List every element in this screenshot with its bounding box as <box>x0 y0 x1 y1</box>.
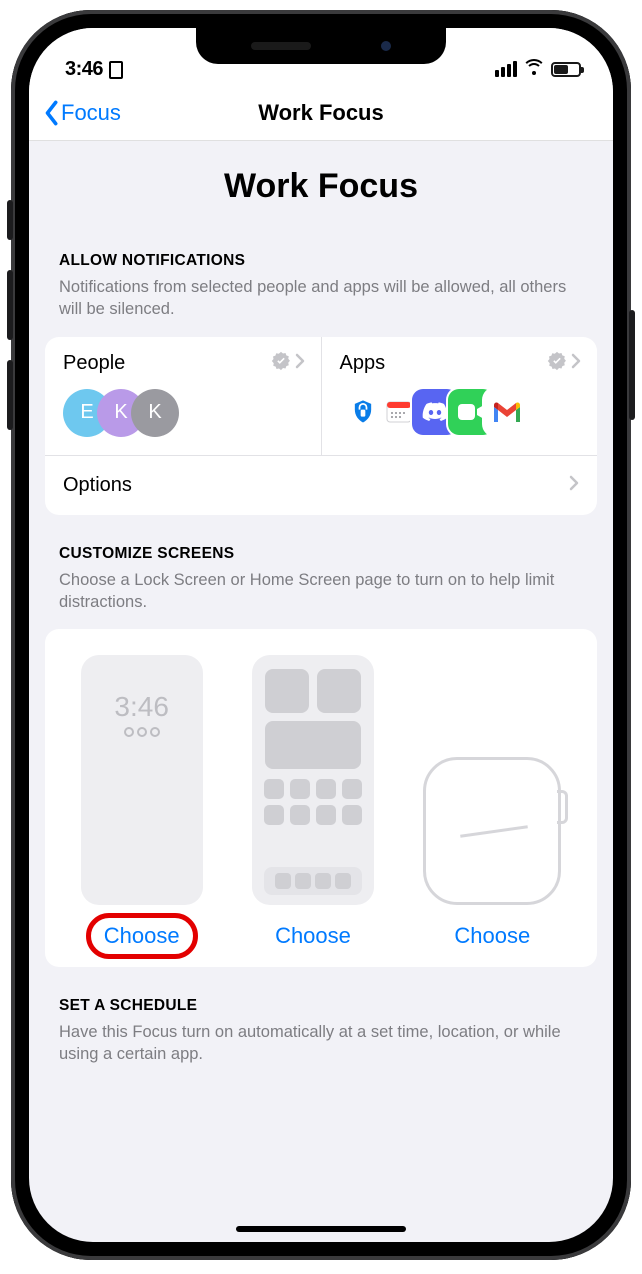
status-time: 3:46 <box>65 58 103 81</box>
power-button[interactable] <box>629 310 635 420</box>
notifications-card: People E K K <box>45 337 597 515</box>
choose-home-screen-button[interactable]: Choose <box>275 923 351 949</box>
lock-screen-time: 3:46 <box>114 691 169 723</box>
nav-header: Focus Work Focus <box>29 86 613 141</box>
app-icon-gmail <box>484 389 530 435</box>
lock-screen-option: 3:46 Choose <box>81 655 203 949</box>
people-avatars: E K K <box>63 389 305 437</box>
apps-icons <box>340 389 582 435</box>
widget-dots-icon <box>124 727 160 737</box>
people-label: People <box>63 352 125 375</box>
apps-label: Apps <box>340 352 386 375</box>
nav-title: Work Focus <box>258 100 384 126</box>
chevron-right-icon <box>295 352 305 375</box>
avatar: K <box>131 389 179 437</box>
back-label: Focus <box>61 100 121 126</box>
chevron-right-icon <box>569 474 579 497</box>
front-camera-icon <box>381 41 391 51</box>
sim-card-icon <box>109 61 123 79</box>
mute-switch[interactable] <box>7 200 13 240</box>
battery-icon <box>551 62 581 77</box>
speaker-grille <box>251 42 311 50</box>
cellular-signal-icon <box>495 61 517 77</box>
home-screen-mock-icon <box>252 655 374 905</box>
verified-badge-icon <box>271 351 291 377</box>
verified-badge-icon <box>547 351 567 377</box>
chevron-right-icon <box>571 352 581 375</box>
page-title: Work Focus <box>29 141 613 252</box>
chevron-left-icon <box>43 100 59 126</box>
watch-face-option: Choose <box>423 757 561 949</box>
notifications-header: ALLOW NOTIFICATIONS <box>29 252 613 276</box>
phone-frame: 3:46 Focus Work Focus Work Focus ALLOW N… <box>11 10 631 1260</box>
volume-up-button[interactable] <box>7 270 13 340</box>
customize-subtitle: Choose a Lock Screen or Home Screen page… <box>29 569 613 624</box>
people-cell[interactable]: People E K K <box>45 337 321 455</box>
watch-mock-icon <box>423 757 561 905</box>
back-button[interactable]: Focus <box>43 86 121 140</box>
volume-down-button[interactable] <box>7 360 13 430</box>
choose-watch-face-button[interactable]: Choose <box>454 923 530 949</box>
home-indicator[interactable] <box>236 1226 406 1232</box>
notch <box>196 28 446 64</box>
content-scroll[interactable]: Work Focus ALLOW NOTIFICATIONS Notificat… <box>29 141 613 1116</box>
apps-cell[interactable]: Apps <box>321 337 598 455</box>
notifications-subtitle: Notifications from selected people and a… <box>29 276 613 331</box>
options-row[interactable]: Options <box>45 456 597 515</box>
schedule-header: SET A SCHEDULE <box>29 997 613 1021</box>
lock-screen-mock-icon: 3:46 <box>81 655 203 905</box>
options-label: Options <box>63 474 132 497</box>
screen: 3:46 Focus Work Focus Work Focus ALLOW N… <box>29 28 613 1242</box>
choose-lock-screen-button[interactable]: Choose <box>104 923 180 949</box>
customize-header: CUSTOMIZE SCREENS <box>29 545 613 569</box>
schedule-subtitle: Have this Focus turn on automatically at… <box>29 1021 613 1076</box>
home-screen-option: Choose <box>252 655 374 949</box>
customize-card: 3:46 Choose <box>45 629 597 967</box>
wifi-icon <box>524 62 544 77</box>
